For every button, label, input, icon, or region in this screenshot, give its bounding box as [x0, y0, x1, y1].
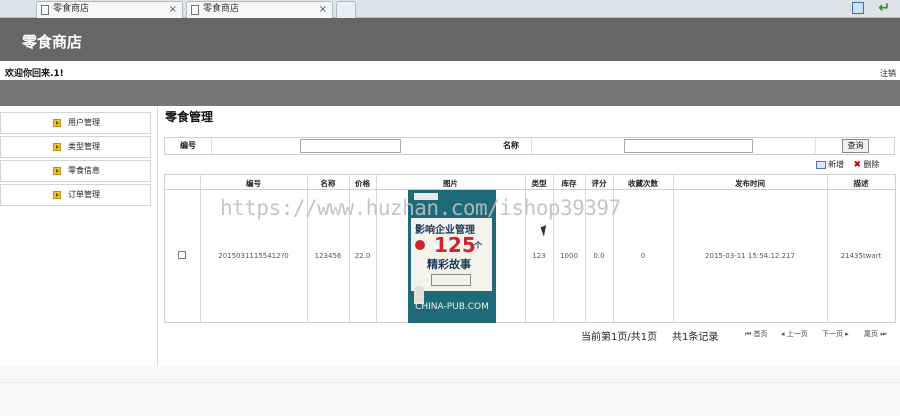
id-search-label: 编号 [180, 141, 196, 150]
cell-description: 21435twart [840, 252, 882, 260]
cell-name: 123456 [314, 252, 342, 260]
add-icon[interactable] [816, 160, 826, 169]
cell-type: 123 [532, 252, 546, 260]
arrow-icon [53, 143, 61, 151]
column-divider [673, 175, 674, 322]
row-checkbox[interactable] [178, 251, 186, 259]
footer-divider [0, 382, 900, 383]
column-divider [827, 175, 828, 322]
delete-button[interactable]: 删除 [864, 159, 880, 170]
cell-stock: 1000 [560, 252, 578, 260]
sidebar-item-label: 用户管理 [68, 118, 100, 127]
column-header-id: 编号 [246, 179, 261, 188]
cover-unit: 个 [474, 241, 482, 250]
column-header-price: 价格 [355, 179, 370, 188]
home-icon[interactable] [852, 2, 864, 14]
column-header-published: 发布时间 [735, 179, 765, 188]
column-header-name: 名称 [320, 179, 336, 188]
cover-number: 125 [434, 233, 476, 257]
browser-tab-1[interactable]: 零食商店 × [36, 1, 183, 18]
last-page-link[interactable]: 尾页 ⏭ [864, 329, 887, 339]
pie-chart-icon [415, 240, 425, 250]
cell-id: 20150311155412?0 [218, 252, 289, 260]
document-icon [41, 5, 49, 15]
divider [531, 138, 532, 154]
browser-tab-strip: 零食商店 × 零食商店 × ↵ [0, 0, 900, 18]
sidebar-item-users[interactable]: 用户管理 [0, 112, 151, 134]
new-tab-button[interactable] [336, 1, 356, 18]
browser-tab-label: 零食商店 [203, 4, 240, 14]
column-divider [200, 175, 201, 322]
app-header: 零食商店 [0, 18, 900, 61]
cell-price: 22.0 [354, 252, 371, 260]
cell-published: 2015-03-11 15:54:12.217 [705, 252, 795, 260]
sidebar-item-snacks[interactable]: 零食信息 [0, 160, 151, 182]
column-header-type: 类型 [531, 179, 547, 188]
page-bottom [0, 366, 900, 416]
sidebar-divider [157, 106, 158, 386]
cover-title-line2: 精彩故事 [427, 258, 471, 271]
next-page-link[interactable]: 下一页 ▸ [822, 329, 849, 339]
page-title: 零食管理 [165, 110, 214, 124]
name-search-input[interactable] [624, 139, 753, 153]
document-icon [191, 5, 199, 15]
cover-note-box [431, 274, 471, 286]
first-page-link[interactable]: ⏮ 首页 [745, 329, 768, 339]
close-tab-icon[interactable]: × [319, 2, 327, 17]
back-icon[interactable]: ↵ [878, 0, 890, 16]
id-search-input[interactable] [300, 139, 401, 153]
welcome-text: 欢迎你回来.1! [5, 69, 64, 79]
column-header-rating: 评分 [591, 179, 607, 188]
close-tab-icon[interactable]: × [169, 2, 177, 17]
search-panel: 编号 名称 查询 [164, 137, 895, 155]
arrow-icon [53, 119, 61, 127]
cover-brand: CHINA-PUB.COM [415, 302, 489, 312]
watermark: https://www.huzhan.com/ishop39397 [220, 196, 621, 220]
table-actions: 新增 ✖ 删除 [816, 159, 880, 170]
divider [211, 138, 212, 154]
name-search-label: 名称 [503, 141, 519, 150]
sidebar-item-types[interactable]: 类型管理 [0, 136, 151, 158]
column-header-favorites: 收藏次数 [628, 179, 658, 188]
app-title: 零食商店 [22, 33, 83, 51]
search-button[interactable]: 查询 [842, 139, 869, 153]
sidebar-item-label: 订单管理 [68, 190, 100, 199]
column-header-description: 描述 [853, 179, 869, 188]
cell-rating: 0.0 [593, 252, 605, 260]
sidebar-item-label: 零食信息 [68, 166, 100, 175]
last-page-label: 尾页 [864, 330, 878, 338]
arrow-icon [53, 191, 61, 199]
browser-tab-label: 零食商店 [53, 4, 90, 14]
next-page-label: 下一页 [822, 330, 843, 338]
pager-total: 共1条记录 [672, 332, 719, 343]
browser-tab-2[interactable]: 零食商店 × [186, 1, 333, 18]
cell-favorites: 0 [640, 252, 646, 260]
column-header-image: 图片 [443, 179, 458, 188]
pager-status: 当前第1页/共1页 [581, 332, 658, 343]
prev-page-link[interactable]: ◂ 上一页 [781, 329, 808, 339]
first-page-label: 首页 [753, 330, 768, 338]
sidebar: 用户管理 类型管理 零食信息 订单管理 [0, 112, 151, 208]
logout-link[interactable]: 注销 [880, 68, 896, 79]
nav-bar [0, 80, 900, 106]
divider [815, 138, 816, 154]
sidebar-item-label: 类型管理 [68, 142, 100, 151]
cover-panel: 影响企业管理 125 个 精彩故事 [411, 218, 492, 291]
column-header-stock: 库存 [561, 179, 577, 188]
add-button[interactable]: 新增 [828, 159, 844, 170]
prev-page-label: 上一页 [786, 330, 808, 338]
delete-icon[interactable]: ✖ [854, 160, 863, 170]
sidebar-item-orders[interactable]: 订单管理 [0, 184, 151, 206]
arrow-icon [53, 167, 61, 175]
